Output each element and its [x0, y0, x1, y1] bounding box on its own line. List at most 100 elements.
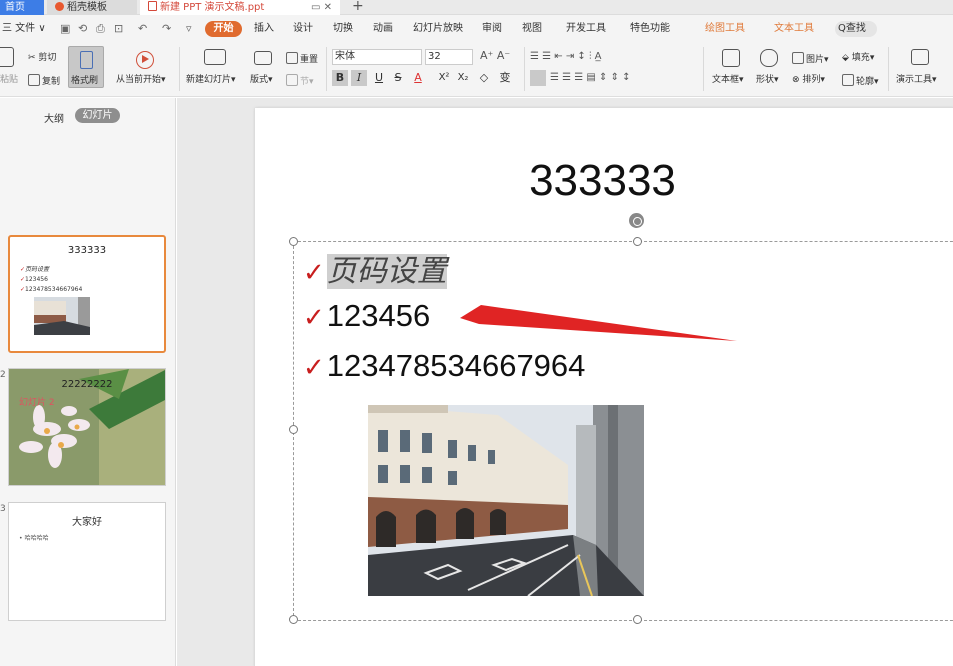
tab-start[interactable]: 开始 — [205, 21, 242, 37]
arrange-icon: ⊗ — [792, 75, 803, 85]
picture-button[interactable]: 图片▾ — [792, 52, 829, 66]
annotation-arrow — [460, 305, 737, 341]
thumb-3-line: • 哈哈哈哈 — [19, 535, 49, 542]
slide-thumbnail-3[interactable]: 大家好 • 哈哈哈哈 — [8, 502, 166, 621]
tab-home[interactable]: 首页 — [0, 0, 44, 15]
tab-outline[interactable]: 大纲 — [44, 110, 64, 125]
font-color-button[interactable]: A — [410, 70, 426, 86]
section-label: 节 — [300, 77, 310, 87]
save-icon[interactable]: ▣ — [60, 22, 70, 35]
textbox-button[interactable]: 文本框▾ — [712, 74, 744, 86]
strikethrough-button[interactable]: S — [390, 70, 406, 86]
textbox-label: 文本框 — [712, 75, 740, 85]
presentation-tools-icon[interactable] — [911, 49, 929, 65]
new-slide-icon[interactable] — [204, 49, 226, 65]
play-from-current-button[interactable]: 从当前开始▾ — [116, 74, 166, 86]
outline-button[interactable]: 轮廓▾ — [842, 74, 879, 88]
tab-animation[interactable]: 动画 — [373, 23, 393, 35]
fill-button[interactable]: ⬙ 填充▾ — [842, 52, 874, 64]
outline-icon — [842, 74, 854, 86]
thumb-1-line: ✓123456 — [20, 276, 48, 283]
search-button[interactable]: Q查找 — [835, 21, 877, 37]
slide-thumbnail-2[interactable]: 22222222 幻灯片 2 — [8, 368, 166, 486]
grow-font-icon[interactable]: A⁺ A⁻ — [480, 50, 510, 62]
shape-label: 形状 — [756, 75, 775, 85]
copy-label: 复制 — [42, 77, 61, 87]
reset-button[interactable]: 重置 — [286, 52, 318, 66]
tab-slideshow[interactable]: 幻灯片放映 — [413, 23, 463, 35]
layout-icon[interactable] — [254, 51, 272, 65]
paste-icon[interactable] — [0, 47, 14, 67]
superscript-button[interactable]: X² — [436, 70, 452, 86]
tab-transition[interactable]: 切换 — [333, 23, 353, 35]
thumb-1-line: ✓页码设置 — [20, 266, 50, 273]
save-as-icon[interactable]: ⟲ — [78, 22, 87, 35]
picture-icon — [792, 52, 804, 64]
outline-label: 轮廓 — [856, 77, 875, 87]
red-arrow-icon — [460, 305, 737, 341]
tab-design[interactable]: 设计 — [293, 23, 313, 35]
subscript-button[interactable]: X₂ — [455, 70, 471, 86]
print-icon[interactable]: ⎙ — [96, 22, 105, 36]
close-tab-icon[interactable]: ✕ — [324, 2, 332, 13]
align-buttons[interactable]: ☰ ☰ ☰ ▤ ⇕ ⇕ ↕ — [550, 72, 631, 84]
shape-icon[interactable] — [760, 49, 778, 67]
divider — [703, 47, 704, 91]
copy-button[interactable]: 复制 — [28, 74, 60, 88]
print-preview-icon[interactable]: ⊡ — [114, 22, 123, 35]
underline-button[interactable]: U — [371, 70, 387, 86]
align-left-button[interactable] — [530, 70, 546, 86]
slide-editing-canvas: 333333 ✓页码设置 ✓123456 ✓123478534667964 — [177, 98, 953, 666]
italic-button[interactable]: I — [351, 70, 367, 86]
scissors-icon: ✂ — [28, 53, 39, 63]
layout-button[interactable]: 版式▾ — [250, 74, 273, 86]
customize-dropdown-icon[interactable]: ▿ — [186, 22, 192, 35]
redo-icon[interactable]: ↷ — [162, 22, 171, 35]
bold-button[interactable]: B — [332, 70, 348, 86]
arrange-button[interactable]: ⊗ 排列▾ — [792, 74, 825, 86]
thumb-2-overlay-text: 幻灯片 2 — [19, 398, 55, 408]
wps-presentation-window: 首页 稻壳模板 新建 PPT 演示文稿.ppt ▭ ✕ + 三 文件 ∨ ▣ ⟲ … — [0, 0, 953, 666]
shape-button[interactable]: 形状▾ — [756, 74, 779, 86]
pin-icon[interactable]: ▭ — [311, 2, 320, 13]
slide-thumbnail-panel: 大纲 幻灯片 333333 ✓页码设置 ✓123456 ✓12347853466… — [0, 98, 176, 666]
thumb-1-street-image — [34, 297, 90, 335]
new-slide-button[interactable]: 新建幻灯片▾ — [186, 74, 236, 86]
presentation-tools-button[interactable]: 演示工具▾ — [896, 74, 937, 86]
divider — [179, 47, 180, 91]
tab-features[interactable]: 特色功能 — [630, 23, 670, 35]
slide-thumbnail-1[interactable]: 333333 ✓页码设置 ✓123456 ✓123478534667964 — [8, 235, 166, 353]
clear-format-icon[interactable]: ◇ — [476, 70, 492, 86]
tab-insert[interactable]: 插入 — [254, 23, 274, 35]
list-buttons[interactable]: ☰ ☰ ⇤ ⇥ ↕ ⫶ A̲ — [530, 51, 601, 63]
tab-drawing-tools[interactable]: 绘图工具 — [705, 23, 745, 35]
tab-view[interactable]: 视图 — [522, 23, 542, 35]
tab-template[interactable]: 稻壳模板 — [47, 0, 137, 15]
picture-label: 图片 — [806, 55, 825, 65]
wps-logo-icon — [55, 2, 64, 11]
cut-button[interactable]: ✂ 剪切 — [28, 52, 56, 64]
undo-icon[interactable]: ↶ — [138, 22, 147, 35]
tab-developer[interactable]: 开发工具 — [566, 23, 606, 35]
tab-slides[interactable]: 幻灯片 — [75, 108, 120, 123]
tab-document[interactable]: 新建 PPT 演示文稿.ppt ▭ ✕ — [140, 0, 340, 15]
fill-label: 填充 — [851, 53, 870, 63]
tab-review[interactable]: 审阅 — [482, 23, 502, 35]
thumb-3-title: 大家好 — [72, 517, 102, 528]
new-slide-label: 新建幻灯片 — [186, 75, 232, 85]
tab-text-tools[interactable]: 文本工具 — [774, 23, 814, 35]
font-size-select[interactable]: 32 — [425, 49, 473, 65]
new-tab-button[interactable]: + — [352, 0, 364, 14]
font-name-select[interactable]: 宋体 — [332, 49, 422, 65]
play-icon[interactable] — [136, 51, 154, 69]
section-icon — [286, 74, 298, 86]
format-painter-button[interactable]: 格式刷 — [68, 46, 104, 88]
file-menu[interactable]: 三 文件 ∨ — [2, 23, 46, 35]
reset-icon — [286, 52, 298, 64]
section-button[interactable]: 节▾ — [286, 74, 314, 88]
paste-button[interactable]: 粘贴 — [0, 74, 18, 86]
divider — [524, 47, 525, 91]
textbox-icon[interactable] — [722, 49, 740, 67]
ribbon-tab-row: 三 文件 ∨ ▣ ⟲ ⎙ ⊡ ↶ ↷ ▿ 开始 插入 设计 切换 动画 幻灯片放… — [0, 15, 953, 41]
phonetic-icon[interactable]: 变 — [497, 70, 513, 86]
